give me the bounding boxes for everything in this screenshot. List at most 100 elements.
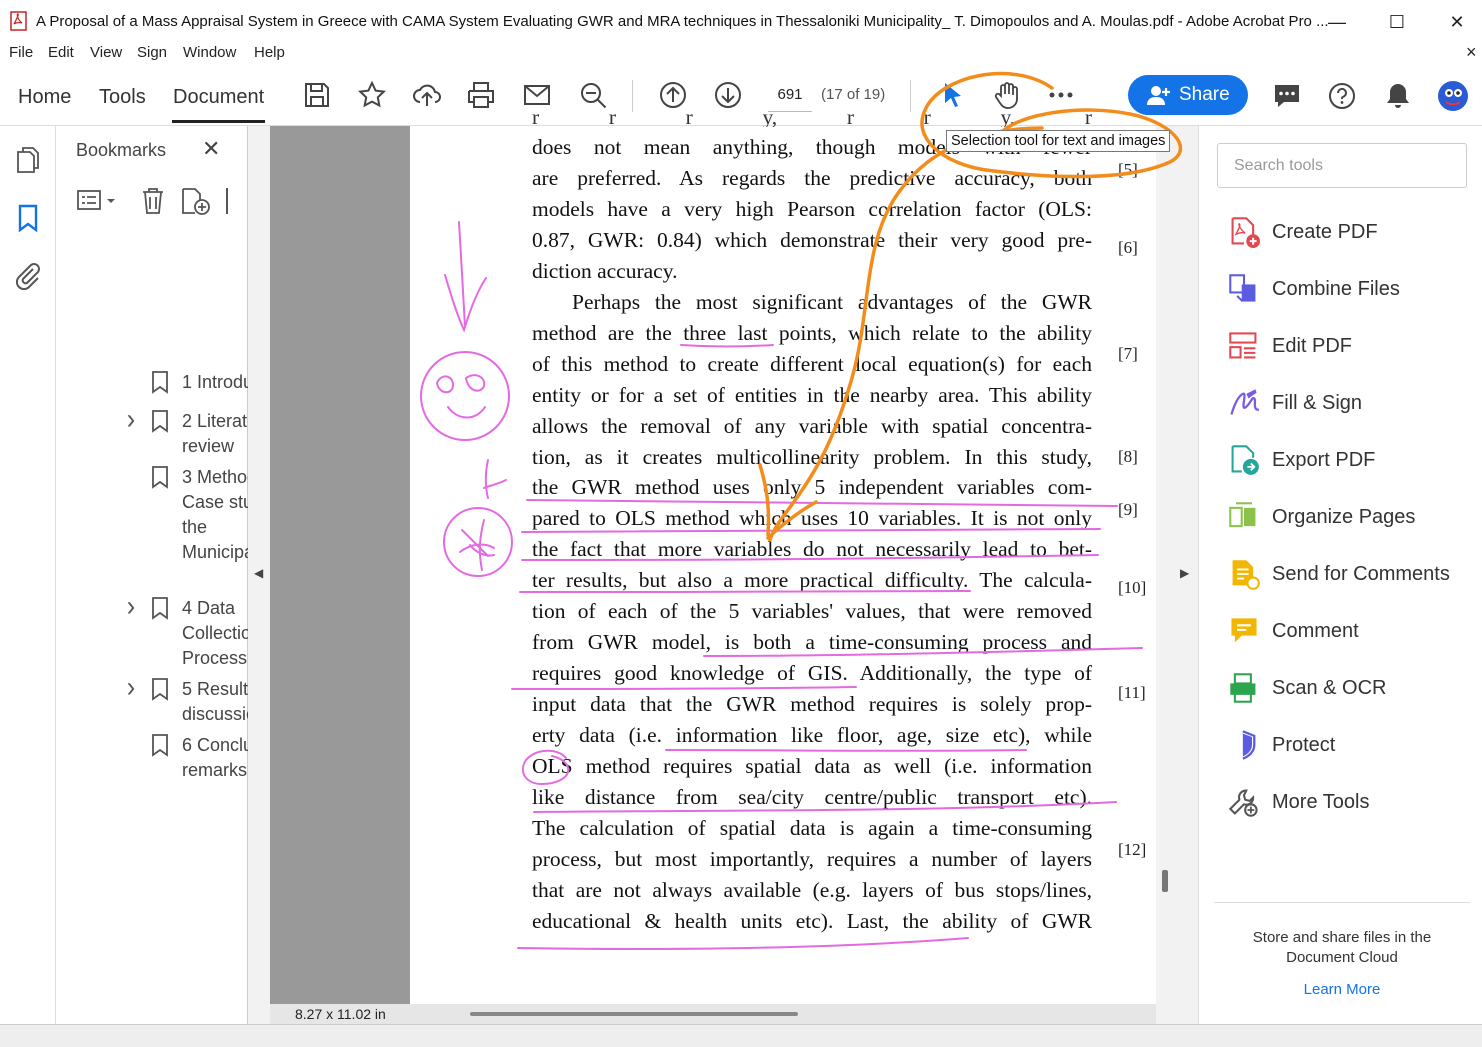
tool-comment[interactable]: Comment xyxy=(1228,612,1468,652)
acrobat-pdf-icon xyxy=(10,11,27,31)
tool-label: Create PDF xyxy=(1272,221,1378,243)
expand-right-panel-arrow-icon[interactable]: ▶ xyxy=(1180,566,1189,580)
expand-chevron-icon[interactable]: › xyxy=(127,403,135,437)
tool-combine-files[interactable]: Combine Files xyxy=(1228,270,1468,310)
minimize-button[interactable]: — xyxy=(1314,6,1360,38)
reference-marker: [5] xyxy=(1118,160,1138,179)
notifications-bell-icon[interactable] xyxy=(1383,81,1413,111)
bookmark-icon xyxy=(152,678,168,701)
scan-ocr-icon xyxy=(1230,673,1256,703)
reference-marker: [7] xyxy=(1118,344,1138,363)
close-bookmarks-button[interactable]: ✕ xyxy=(202,136,220,162)
toolbar-overflow-indicator xyxy=(226,188,229,214)
bookmarks-panel-icon[interactable] xyxy=(17,204,39,232)
text-line: OLS method requires spatial data as well… xyxy=(532,754,1092,778)
menu-file[interactable]: File xyxy=(9,44,33,61)
reference-marker: [8] xyxy=(1118,447,1138,466)
tool-create-pdf[interactable]: Create PDF xyxy=(1228,213,1468,253)
print-icon[interactable] xyxy=(466,80,496,110)
menu-window[interactable]: Window xyxy=(183,44,236,61)
text-line: the fact that more variables do not nece… xyxy=(532,537,1092,562)
tool-label: Combine Files xyxy=(1272,278,1400,300)
menu-help[interactable]: Help xyxy=(254,44,285,61)
vertical-scrollbar-thumb[interactable] xyxy=(1162,870,1168,892)
share-label: Share xyxy=(1179,84,1230,105)
bookmark-icon xyxy=(152,597,168,620)
cloud-upload-icon[interactable] xyxy=(412,80,442,110)
protect-icon xyxy=(1242,730,1256,760)
close-window-button[interactable]: ✕ xyxy=(1434,6,1480,38)
menu-view[interactable]: View xyxy=(90,44,122,61)
tool-edit-pdf[interactable]: Edit PDF xyxy=(1228,327,1468,367)
attachments-icon[interactable] xyxy=(14,260,42,290)
close-document-button[interactable]: × xyxy=(1466,42,1477,63)
reference-marker: [12] xyxy=(1118,840,1147,859)
help-icon[interactable] xyxy=(1327,81,1357,111)
page-size-label: 8.27 x 11.02 in xyxy=(295,1006,386,1022)
tool-export-pdf[interactable]: Export PDF xyxy=(1228,441,1468,481)
user-avatar[interactable] xyxy=(1437,80,1469,112)
bookmarks-panel: Bookmarks ✕ 1 Introduction › 2 Literature … xyxy=(56,126,296,1024)
tool-organize-pages[interactable]: Organize Pages xyxy=(1228,498,1468,538)
pdf-page[interactable] xyxy=(410,126,1156,1004)
tool-protect[interactable]: Protect xyxy=(1228,726,1468,766)
tab-document[interactable]: Document xyxy=(173,86,264,109)
bookmark-icon xyxy=(152,734,168,757)
text-line: like distance from sea/city centre/publi… xyxy=(532,784,1092,809)
tool-label: Scan & OCR xyxy=(1272,677,1387,699)
search-placeholder: Search tools xyxy=(1234,157,1323,174)
tool-send-comments[interactable]: Send for Comments xyxy=(1228,555,1468,595)
tool-more-tools[interactable]: More Tools xyxy=(1228,783,1468,823)
text-line: input data that the GWR method requires … xyxy=(532,692,1092,717)
collapse-left-panel-arrow-icon[interactable]: ◀ xyxy=(254,566,263,580)
learn-more-link[interactable]: Learn More xyxy=(1226,981,1458,998)
left-navigation-rail xyxy=(0,126,56,1024)
horizontal-scrollbar-thumb[interactable] xyxy=(470,1012,798,1016)
menu-sign[interactable]: Sign xyxy=(137,44,167,61)
text-line: from GWR model, is both a time-consuming… xyxy=(532,630,1092,655)
divider xyxy=(1214,902,1470,903)
tool-fill-sign[interactable]: Fill & Sign xyxy=(1228,384,1468,424)
expand-chevron-icon[interactable]: › xyxy=(127,671,135,705)
send-comments-icon xyxy=(1232,560,1260,590)
tab-tools[interactable]: Tools xyxy=(99,86,146,109)
more-tools-icon xyxy=(1228,789,1258,817)
new-bookmark-icon[interactable] xyxy=(180,186,212,216)
menu-edit[interactable]: Edit xyxy=(48,44,74,61)
comments-icon[interactable] xyxy=(1272,81,1302,111)
save-icon[interactable] xyxy=(302,80,332,110)
search-tools-input[interactable]: Search tools xyxy=(1217,143,1467,188)
text-line: entity or for a set of entities in the n… xyxy=(532,382,1092,407)
document-cloud-promo: Store and share files in the Document Cl… xyxy=(1252,929,1432,966)
text-line: models have a very high Pearson correlat… xyxy=(532,196,1092,221)
bookmark-icon xyxy=(152,371,168,394)
tool-label: Fill & Sign xyxy=(1272,392,1363,414)
page-thumbnails-icon[interactable] xyxy=(15,146,41,174)
text-line: that are not always available (e.g. laye… xyxy=(532,877,1092,902)
add-user-icon xyxy=(1147,86,1170,105)
maximize-button[interactable]: ☐ xyxy=(1374,6,1420,38)
text-line: tion, as it creates multicollinearity pr… xyxy=(532,444,1092,469)
delete-bookmark-icon[interactable] xyxy=(140,186,166,216)
text-line: tion of each of the 5 variables' values,… xyxy=(532,599,1092,624)
text-line: 0.87, GWR: 0.84) which demonstrate their… xyxy=(532,227,1092,252)
share-button[interactable]: Share xyxy=(1128,75,1248,115)
tool-scan-ocr[interactable]: Scan & OCR xyxy=(1228,669,1468,709)
tool-label: Organize Pages xyxy=(1272,506,1416,528)
text-line: method are the three last points, which … xyxy=(532,320,1092,345)
bookmark-star-icon[interactable] xyxy=(357,80,387,110)
text-line: allows the removal of any variable with … xyxy=(532,413,1092,438)
bookmark-options-icon[interactable] xyxy=(76,188,120,214)
text-line: educational & health units etc). Last, t… xyxy=(532,908,1092,933)
tool-label: Export PDF xyxy=(1272,449,1376,471)
reference-marker: [11] xyxy=(1118,683,1146,702)
menu-bar: File Edit View Sign Window Help × xyxy=(0,42,1482,66)
reference-marker: [6] xyxy=(1118,238,1138,257)
tab-home[interactable]: Home xyxy=(18,86,71,109)
expand-chevron-icon[interactable]: › xyxy=(127,590,135,624)
text-line: erty data (i.e. information like floor, … xyxy=(532,723,1092,748)
edit-pdf-icon xyxy=(1229,332,1257,359)
active-tab-indicator xyxy=(172,120,265,123)
text-line: requires good knowledge of GIS. Addition… xyxy=(532,661,1092,686)
page-count: (17 of 19) xyxy=(821,86,886,103)
